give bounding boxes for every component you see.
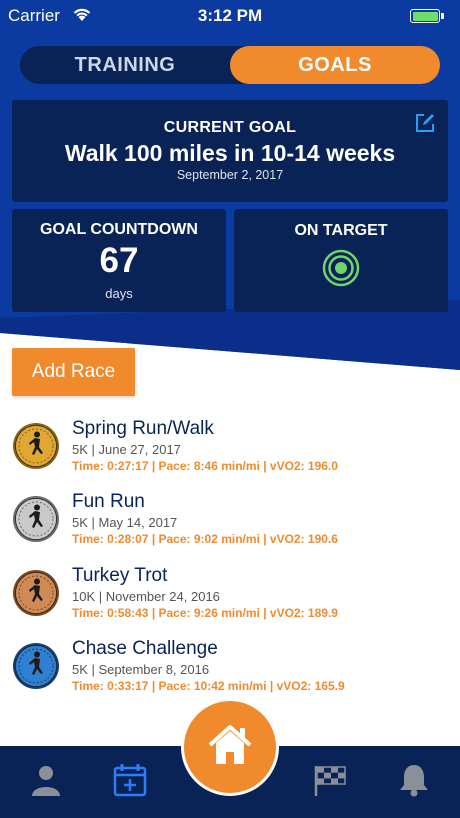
- race-name: Spring Run/Walk: [72, 418, 214, 439]
- race-stats: Time: 0:33:17 | Pace: 10:42 min/mi | vVO…: [72, 679, 345, 693]
- bell-icon[interactable]: [396, 762, 432, 798]
- goal-countdown-label: GOAL COUNTDOWN: [40, 221, 198, 238]
- profile-icon[interactable]: [28, 762, 64, 798]
- segmented-control: TRAINING GOALS: [20, 46, 440, 84]
- clock: 3:12 PM: [197, 6, 263, 25]
- tab-training[interactable]: TRAINING: [20, 46, 230, 84]
- race-stats: Time: 0:58:43 | Pace: 9:26 min/mi | vVO2…: [72, 606, 338, 620]
- edit-icon[interactable]: [414, 112, 436, 134]
- race-meta: 5K | May 14, 2017: [72, 515, 178, 530]
- race-name: Chase Challenge: [72, 638, 218, 659]
- goal-countdown-value: 67: [99, 241, 139, 280]
- race-row[interactable]: Spring Run/Walk 5K | June 27, 2017 Time: 0…: [0, 418, 460, 488]
- home-button[interactable]: [181, 698, 279, 796]
- race-name: Fun Run: [72, 491, 145, 512]
- tab-goals[interactable]: GOALS: [230, 46, 440, 84]
- race-row[interactable]: Fun Run 5K | May 14, 2017 Time: 0:28:07 | …: [0, 491, 460, 561]
- goal-countdown-unit: days: [105, 286, 133, 301]
- blue-medal-icon: [13, 643, 59, 689]
- on-target-card: ON TARGET: [234, 209, 448, 312]
- add-race-button[interactable]: Add Race: [12, 348, 135, 396]
- bronze-medal-icon: [13, 570, 59, 616]
- gold-medal-icon: [13, 423, 59, 469]
- battery-tip: [441, 13, 444, 19]
- current-goal-title: Walk 100 miles in 10-14 weeks: [64, 140, 396, 166]
- status-bar: Carrier 3:12 PM: [0, 0, 460, 34]
- goal-countdown-card: GOAL COUNTDOWN 67 days: [12, 209, 226, 312]
- home-icon: [208, 725, 252, 764]
- current-goal-label: CURRENT GOAL: [163, 119, 297, 136]
- race-row[interactable]: Turkey Trot 10K | November 24, 2016 Time: …: [0, 565, 460, 635]
- on-target-label: ON TARGET: [294, 222, 388, 239]
- race-meta: 10K | November 24, 2016: [72, 589, 220, 604]
- race-stats: Time: 0:27:17 | Pace: 8:46 min/mi | vVO2…: [72, 459, 338, 473]
- checkered-flag-icon[interactable]: [312, 762, 348, 798]
- silver-medal-icon: [13, 496, 59, 542]
- calendar-add-icon[interactable]: [112, 762, 148, 798]
- current-goal-date: September 2, 2017: [176, 168, 284, 182]
- race-stats: Time: 0:28:07 | Pace: 9:02 min/mi | vVO2…: [72, 532, 338, 546]
- battery-icon: [410, 9, 440, 23]
- race-name: Turkey Trot: [72, 565, 168, 586]
- race-meta: 5K | September 8, 2016: [72, 662, 210, 677]
- race-meta: 5K | June 27, 2017: [72, 442, 181, 457]
- current-goal-card: CURRENT GOAL Walk 100 miles in 10-14 wee…: [12, 100, 448, 202]
- target-icon: [322, 249, 360, 287]
